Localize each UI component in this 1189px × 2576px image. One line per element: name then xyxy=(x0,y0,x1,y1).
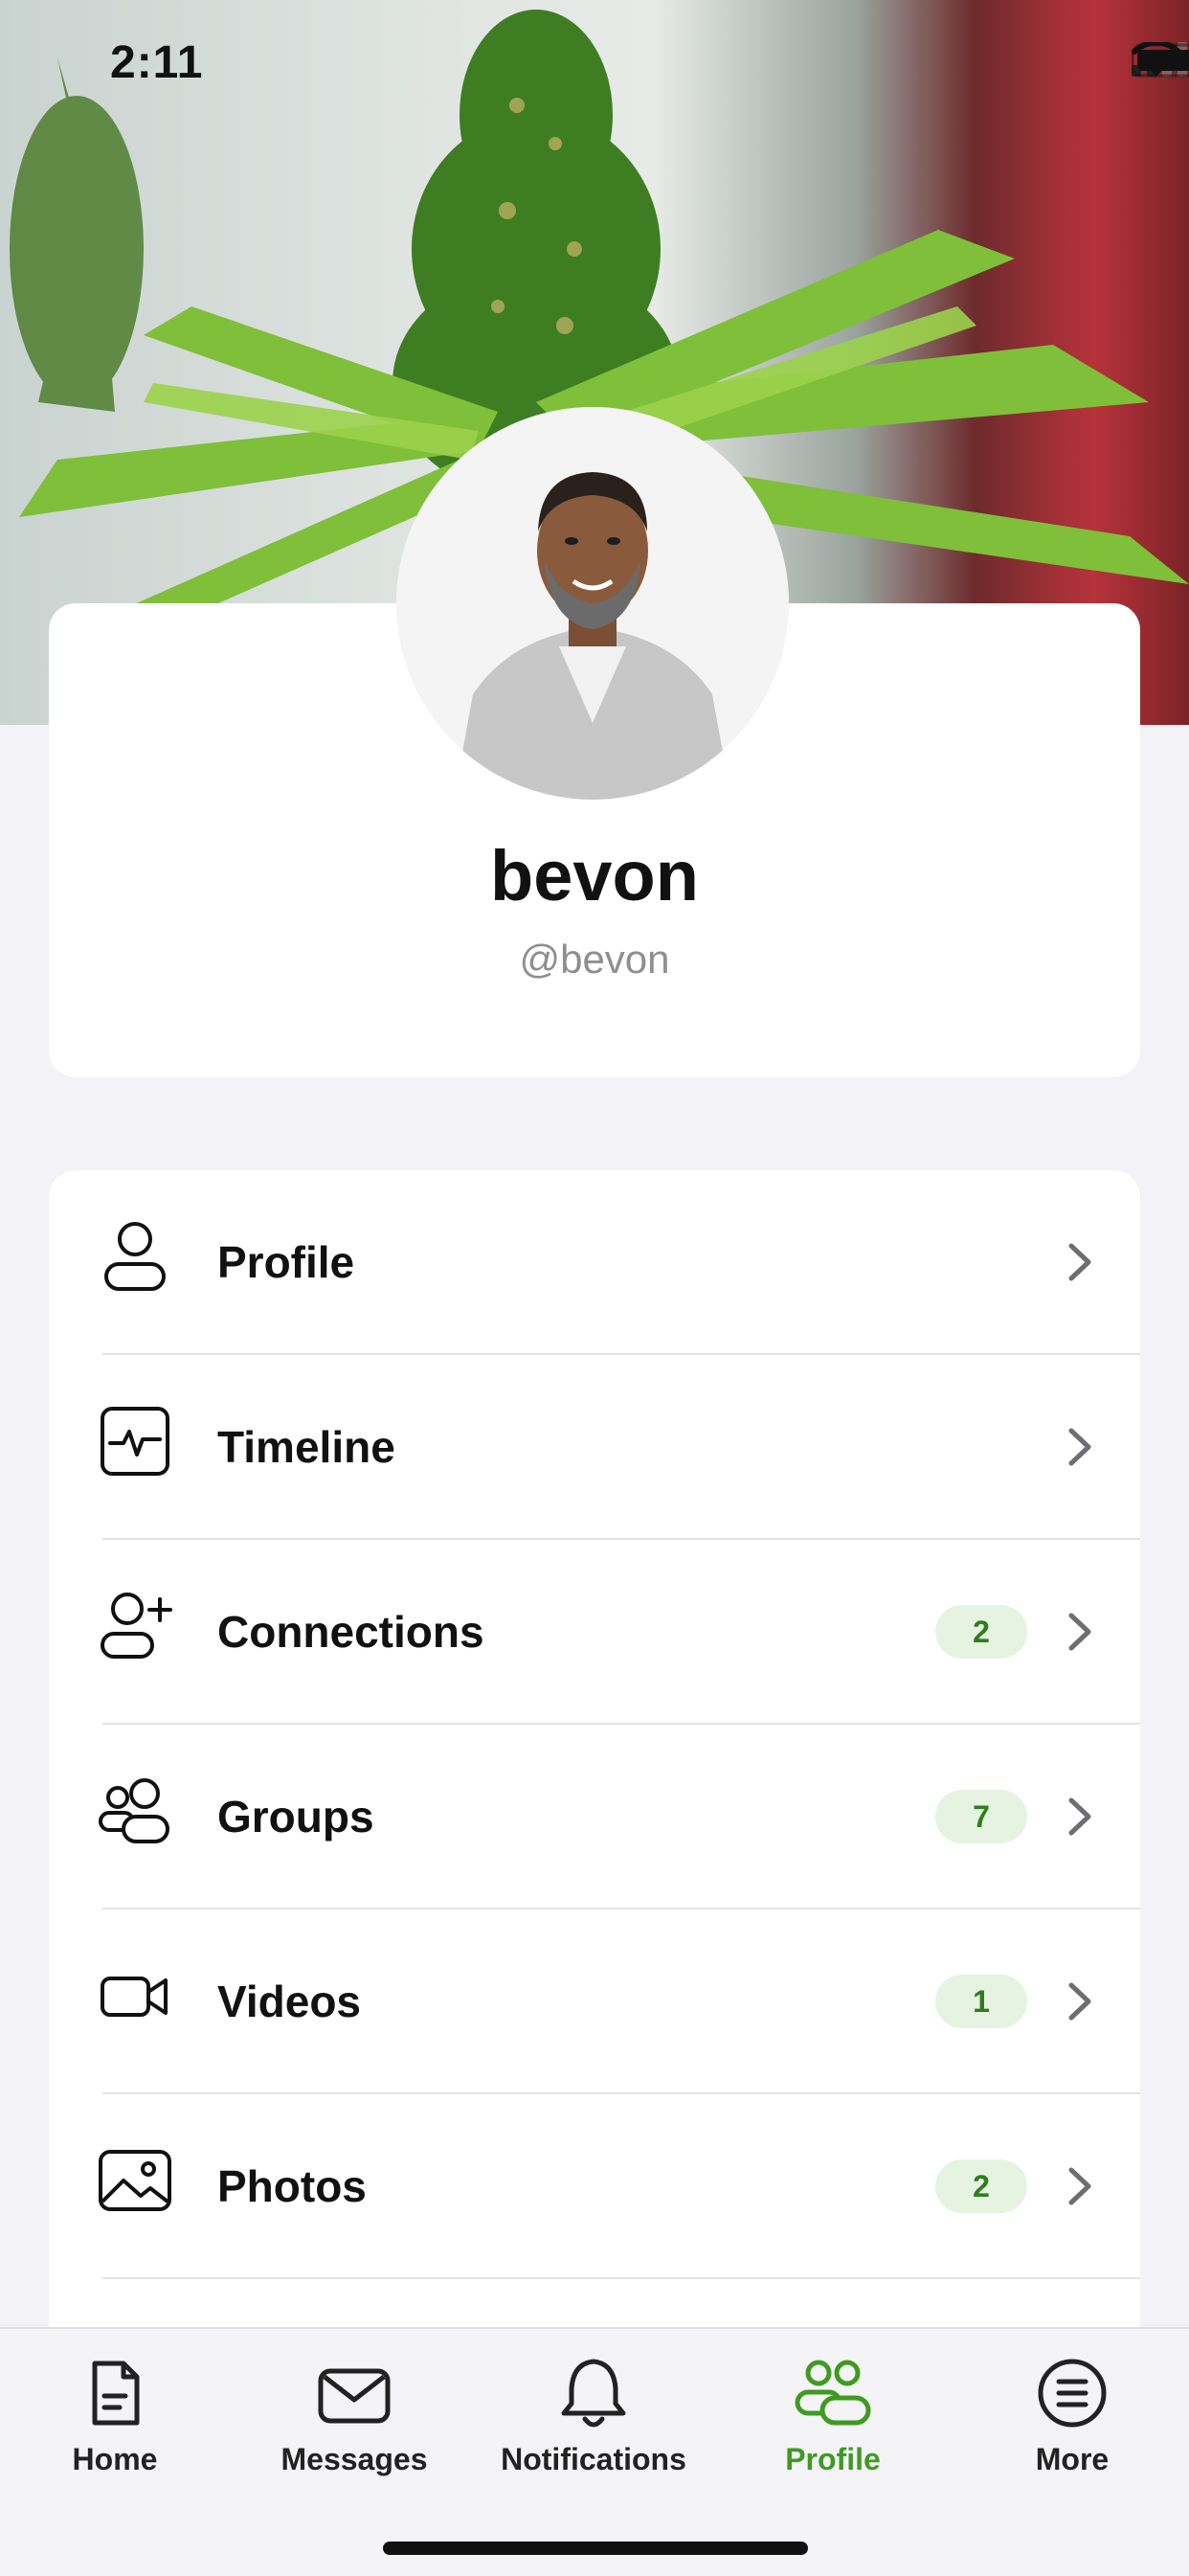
tab-profile[interactable]: Profile xyxy=(728,2350,938,2513)
envelope-icon xyxy=(318,2368,391,2424)
tab-more[interactable]: More xyxy=(967,2350,1178,2513)
divider xyxy=(102,2277,1140,2279)
chevron-right-icon xyxy=(1068,1428,1091,1466)
activity-icon xyxy=(101,1407,169,1476)
avatar-photo xyxy=(396,407,789,800)
menu-item-label: Profile xyxy=(217,1237,355,1287)
home-indicator[interactable] xyxy=(383,2542,808,2555)
person-add-icon xyxy=(101,1593,172,1659)
count-badge: 1 xyxy=(935,1975,1027,2028)
tab-label: Home xyxy=(72,2442,158,2476)
document-icon xyxy=(92,2361,140,2426)
tab-notifications[interactable]: Notifications xyxy=(488,2350,699,2513)
status-time: 2:11 xyxy=(110,37,204,88)
tab-home[interactable]: Home xyxy=(10,2350,220,2513)
video-camera-icon xyxy=(101,1977,168,2017)
menu-item-label: Photos xyxy=(217,2161,367,2211)
tab-label: Profile xyxy=(785,2442,881,2476)
tab-label: Messages xyxy=(280,2442,428,2476)
menu-item-label: Connections xyxy=(217,1607,484,1657)
menu-item-timeline[interactable]: Timeline xyxy=(49,1355,1140,1540)
photo-icon xyxy=(99,2150,171,2211)
tab-messages[interactable]: Messages xyxy=(249,2350,460,2513)
tab-label: Notifications xyxy=(501,2442,686,2476)
menu-circle-icon xyxy=(1038,2359,1107,2428)
menu-item-groups[interactable]: Groups 7 xyxy=(49,1725,1140,1909)
profile-menu-list: Profile Timeline Connections 2 Groups 7 … xyxy=(49,1170,1140,2367)
chevron-right-icon xyxy=(1068,1982,1091,2021)
bell-icon xyxy=(561,2359,626,2428)
people-icon xyxy=(795,2360,871,2426)
menu-item-label: Videos xyxy=(217,1977,361,2026)
menu-item-label: Groups xyxy=(217,1792,374,1842)
menu-item-videos[interactable]: Videos 1 xyxy=(49,1909,1140,2094)
menu-item-label: Timeline xyxy=(217,1422,395,1472)
count-badge: 2 xyxy=(935,1605,1027,1659)
person-icon xyxy=(104,1222,166,1291)
tab-label: More xyxy=(1035,2442,1110,2476)
chevron-right-icon xyxy=(1068,1613,1091,1651)
chevron-right-icon xyxy=(1068,1797,1091,1836)
avatar[interactable] xyxy=(396,407,789,800)
count-badge: 7 xyxy=(935,1790,1027,1843)
count-badge: 2 xyxy=(935,2159,1027,2213)
battery-icon xyxy=(1132,43,1189,78)
menu-item-profile[interactable]: Profile xyxy=(49,1170,1140,1355)
bottom-tab-bar: Home Messages Notifications Profile More xyxy=(0,2327,1189,2576)
chevron-right-icon xyxy=(1068,1243,1091,1281)
display-name: bevon xyxy=(490,836,699,915)
menu-item-photos[interactable]: Photos 2 xyxy=(49,2094,1140,2279)
chevron-right-icon xyxy=(1068,2167,1091,2205)
username-handle: @bevon xyxy=(519,937,670,982)
menu-item-connections[interactable]: Connections 2 xyxy=(49,1540,1140,1725)
group-icon xyxy=(99,1778,169,1843)
